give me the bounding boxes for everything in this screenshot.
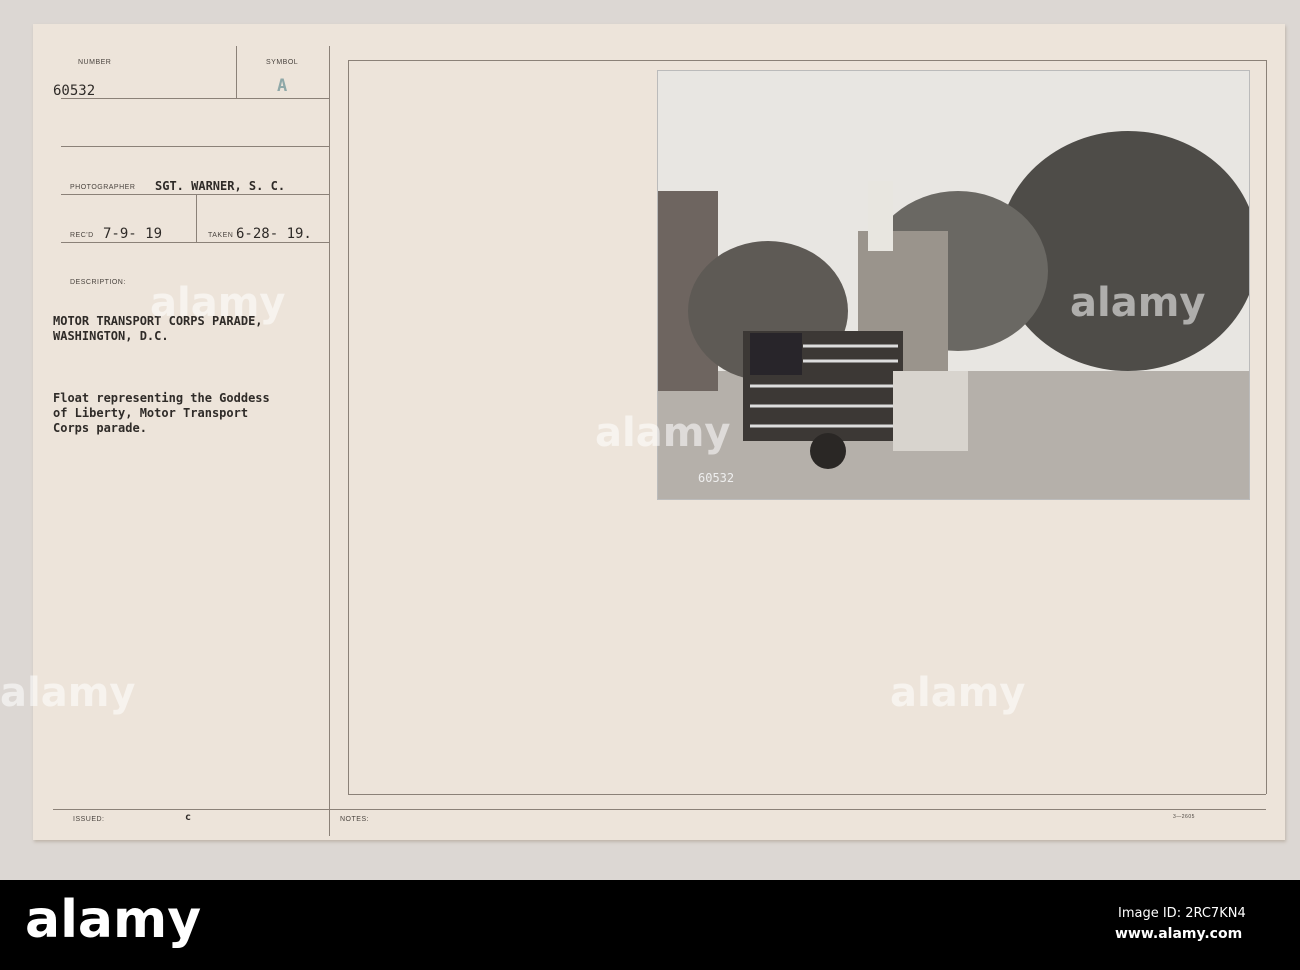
taken-value: 6-28- 19. [236,226,312,242]
issued-value: c [185,812,192,823]
recd-label: REC'D [70,232,94,239]
watermark: alamy [150,280,286,326]
watermark: alamy [595,410,731,456]
symbol-label: SYMBOL [266,59,299,66]
description-label: DESCRIPTION: [70,279,126,286]
site-url[interactable]: www.alamy.com [1115,926,1242,942]
photographer-label: PHOTOGRAPHER [70,184,136,191]
form-code: 3—2605 [1173,814,1195,820]
footer-bar: alamy Image ID: 2RC7KN4 www.alamy.com [0,880,1300,970]
issued-label: ISSUED: [73,816,105,823]
image-id: Image ID: 2RC7KN4 [1118,906,1246,921]
number-value: 60532 [53,83,96,99]
watermark: alamy [1070,280,1206,326]
alamy-logo: alamy [25,890,202,950]
symbol-value: A [277,76,288,96]
photographer-value: SGT. WARNER, S. C. [155,179,286,193]
photo-negative-number: 60532 [698,471,735,485]
description-text: Float representing the Goddess of Libert… [53,391,270,435]
number-label: NUMBER [78,59,112,66]
watermark: alamy [890,670,1026,716]
recd-value: 7-9- 19 [103,226,163,242]
watermark: alamy [0,670,136,716]
taken-label: TAKEN [208,232,234,239]
notes-label: NOTES: [340,816,370,823]
